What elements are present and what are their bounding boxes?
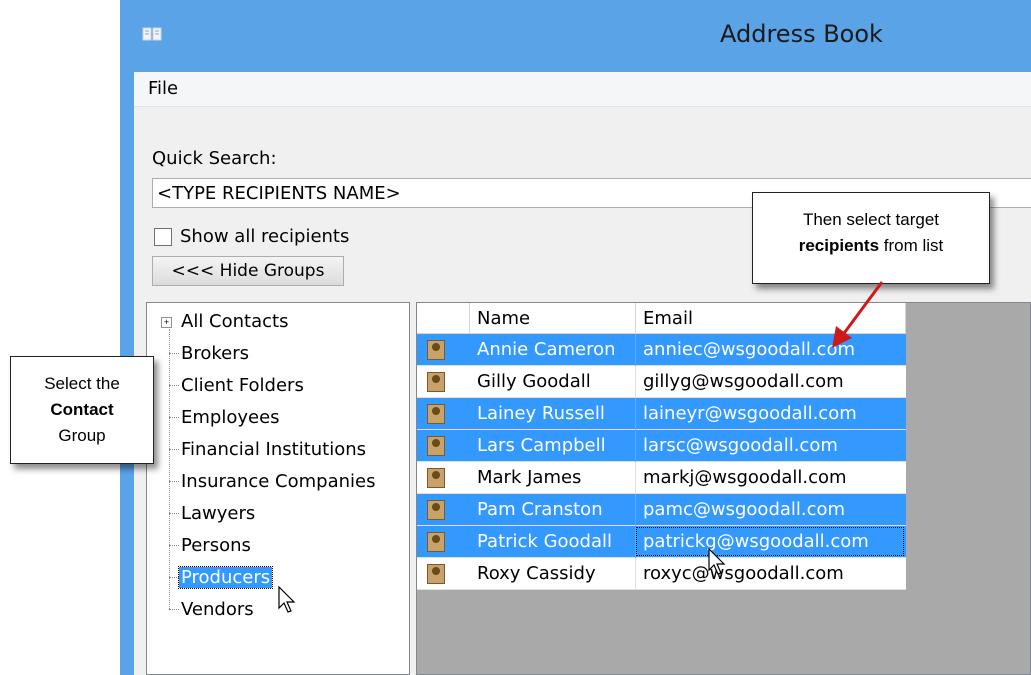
contact-icon bbox=[427, 372, 445, 392]
title-bar[interactable]: Address Book bbox=[120, 0, 1031, 72]
contact-icon bbox=[427, 468, 445, 488]
tree-item-lawyers[interactable]: Lawyers bbox=[181, 503, 255, 524]
red-arrow-icon bbox=[832, 281, 884, 348]
table-row[interactable]: Gilly Goodall gillyg@wsgoodall.com bbox=[417, 366, 906, 398]
cell-divider bbox=[635, 462, 636, 494]
recipients-grid[interactable]: Name Email Annie Cameron anniec@wsgoodal… bbox=[416, 302, 1031, 675]
cell-divider bbox=[635, 334, 636, 366]
cell-divider bbox=[635, 558, 636, 590]
menu-bar: File bbox=[134, 72, 1031, 107]
contact-name: Mark James bbox=[477, 467, 582, 488]
tree-connector bbox=[169, 417, 179, 418]
tree-item-financial-institutions[interactable]: Financial Institutions bbox=[181, 439, 366, 460]
table-row[interactable]: Mark James markj@wsgoodall.com bbox=[417, 462, 906, 494]
window-client-area: File Quick Search: Show all recipients <… bbox=[134, 72, 1031, 675]
contact-name: Gilly Goodall bbox=[477, 371, 591, 392]
table-row[interactable]: Pam Cranston pamc@wsgoodall.com bbox=[417, 494, 906, 526]
mouse-pointer-icon bbox=[708, 548, 726, 575]
contact-name: Annie Cameron bbox=[477, 339, 616, 360]
callout-select-contact-group: Select the Contact Group bbox=[10, 356, 154, 464]
contact-name: Lainey Russell bbox=[477, 403, 605, 424]
menu-file[interactable]: File bbox=[148, 78, 178, 99]
callout-select-recipients: Then select target recipients from list bbox=[752, 192, 990, 284]
tree-connector bbox=[169, 577, 179, 578]
show-all-recipients-label[interactable]: Show all recipients bbox=[180, 226, 349, 247]
contact-name: Pam Cranston bbox=[477, 499, 603, 520]
table-row[interactable]: Patrick Goodall patrickg@wsgoodall.com bbox=[417, 526, 906, 558]
expand-icon[interactable]: + bbox=[161, 317, 172, 328]
tree-item-insurance-companies[interactable]: Insurance Companies bbox=[181, 471, 375, 492]
tree-connector bbox=[169, 449, 179, 450]
focus-rectangle bbox=[636, 527, 904, 556]
callout-text: Select the bbox=[44, 374, 120, 393]
contact-icon bbox=[427, 500, 445, 520]
callout-text-bold: Contact bbox=[50, 400, 114, 419]
table-row[interactable]: Roxy Cassidy roxyc@wsgoodall.com bbox=[417, 558, 906, 590]
contact-icon bbox=[427, 404, 445, 424]
header-divider bbox=[905, 303, 906, 333]
contact-group-tree[interactable]: + All Contacts Brokers Client Folders Em… bbox=[146, 302, 410, 675]
table-row[interactable]: Lainey Russell laineyr@wsgoodall.com bbox=[417, 398, 906, 430]
tree-connector bbox=[169, 481, 179, 482]
mouse-pointer-icon bbox=[278, 586, 296, 613]
contact-email: roxyc@wsgoodall.com bbox=[643, 563, 844, 584]
cell-divider bbox=[635, 494, 636, 526]
cell-divider bbox=[635, 430, 636, 462]
contact-email: pamc@wsgoodall.com bbox=[643, 499, 846, 520]
window-title: Address Book bbox=[720, 20, 883, 48]
contact-icon bbox=[427, 340, 445, 360]
quick-search-label: Quick Search: bbox=[152, 148, 277, 169]
tree-item-client-folders[interactable]: Client Folders bbox=[181, 375, 304, 396]
tree-item-vendors[interactable]: Vendors bbox=[181, 599, 254, 620]
tree-item-employees[interactable]: Employees bbox=[181, 407, 280, 428]
contact-name: Patrick Goodall bbox=[477, 531, 613, 552]
tree-connector bbox=[169, 385, 179, 386]
callout-text: Group bbox=[58, 426, 106, 445]
tree-item-producers[interactable]: Producers bbox=[177, 566, 274, 589]
contact-icon bbox=[427, 532, 445, 552]
contact-email: larsc@wsgoodall.com bbox=[643, 435, 838, 456]
contact-email: gillyg@wsgoodall.com bbox=[643, 371, 844, 392]
contact-name: Lars Campbell bbox=[477, 435, 606, 456]
header-divider bbox=[469, 303, 470, 333]
hide-groups-button[interactable]: <<< Hide Groups bbox=[152, 256, 344, 286]
contact-icon bbox=[427, 564, 445, 584]
tree-connector bbox=[169, 609, 179, 610]
tree-item-persons[interactable]: Persons bbox=[181, 535, 251, 556]
tree-connector bbox=[169, 329, 170, 609]
table-row[interactable]: Lars Campbell larsc@wsgoodall.com bbox=[417, 430, 906, 462]
tree-item-brokers[interactable]: Brokers bbox=[181, 343, 249, 364]
column-header-email[interactable]: Email bbox=[643, 308, 693, 329]
column-header-name[interactable]: Name bbox=[477, 308, 530, 329]
cell-divider bbox=[635, 526, 636, 558]
callout-text: Then select target bbox=[802, 210, 940, 229]
contact-icon bbox=[427, 436, 445, 456]
tree-connector bbox=[169, 545, 179, 546]
contact-name: Roxy Cassidy bbox=[477, 563, 596, 584]
tree-connector bbox=[169, 353, 179, 354]
header-divider bbox=[635, 303, 636, 333]
callout-text: recipients from list bbox=[798, 236, 944, 255]
contact-email: laineyr@wsgoodall.com bbox=[643, 403, 857, 424]
tree-connector bbox=[169, 513, 179, 514]
show-all-recipients-checkbox[interactable] bbox=[154, 228, 172, 246]
cell-divider bbox=[635, 398, 636, 430]
tree-item-all-contacts[interactable]: All Contacts bbox=[181, 311, 288, 332]
cell-divider bbox=[635, 366, 636, 398]
book-icon bbox=[142, 27, 162, 41]
contact-email: markj@wsgoodall.com bbox=[643, 467, 847, 488]
